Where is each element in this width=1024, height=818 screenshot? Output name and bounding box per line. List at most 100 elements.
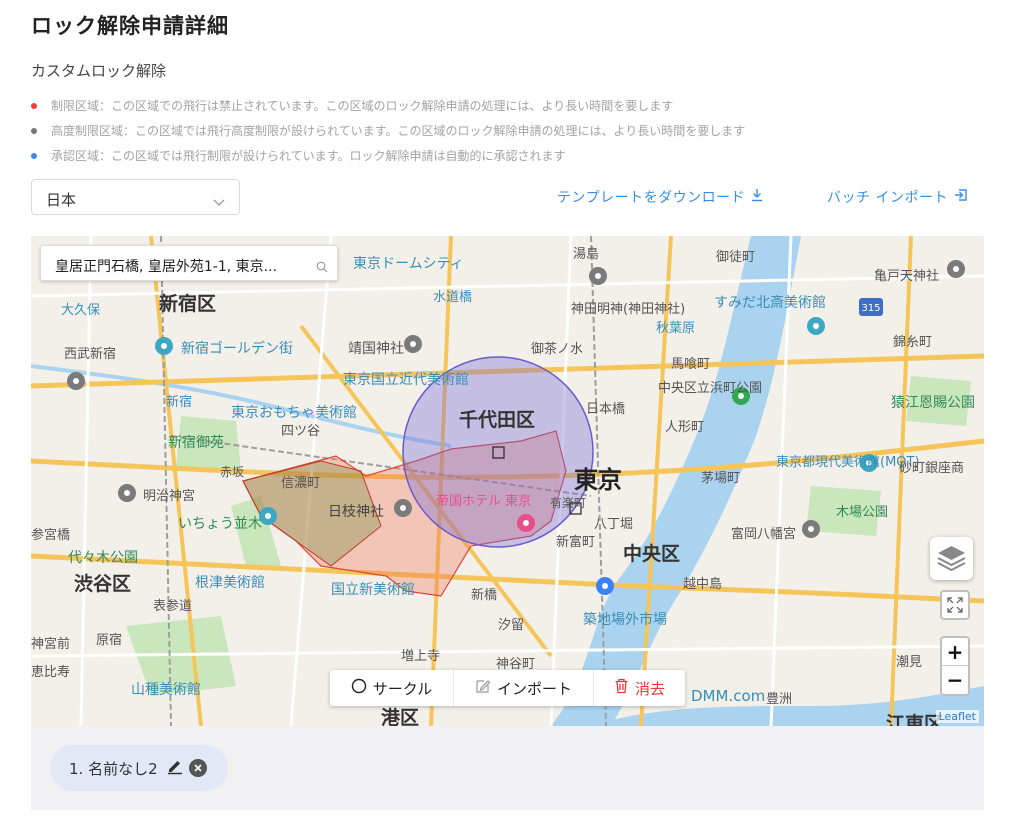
map-pin-icon [67,372,85,390]
label-nezu: 根津美術館 [195,574,265,591]
clear-button[interactable]: 消去 [594,670,685,706]
label-yurakucho: 有楽町 [550,496,586,510]
map-search-value: 皇居正門石橋, 皇居外苑1-1, 東京... [55,259,278,275]
label-etchujima: 越中島 [683,577,722,592]
legend-restricted: 制限区域：この区域での飛行は禁止されています。この区域のロック解除申請の処理には… [31,93,745,118]
import-button[interactable]: インポート [454,670,594,706]
route-shield: 315 [859,298,883,316]
label-kanda-myojin: 神田明神(神田神社) [571,301,685,317]
remove-area-icon[interactable] [188,759,207,777]
label-shinanomachi: 信濃町 [281,476,320,491]
legend-text-altitude: 高度制限区域：この区域では飛行高度制限が設けられています。この区域のロック解除申… [51,124,746,138]
label-harajuku: 原宿 [96,632,122,648]
label-hatchobori: 八丁堀 [594,517,633,532]
zoom-out-button[interactable]: − [942,666,968,694]
label-toyosu: 豊洲 [766,692,792,707]
label-yasukuni: 靖国神社 [348,341,404,357]
import-icon [948,188,968,206]
label-kayabacho: 茅場町 [701,471,740,486]
label-yoyogi-park: 代々木公園 [68,550,138,566]
label-mot: 東京都現代美術館(MOT) [776,454,920,470]
zoom-in-button[interactable]: + [942,638,968,666]
download-icon [745,188,763,206]
map-pin-icon [404,335,422,353]
map-canvas[interactable]: 新宿区 渋谷区 千代田区 中央区 港区 江東区 東京 東京ドームシティ 大久保 … [31,236,984,726]
label-kinshicho: 錦糸町 [893,334,932,350]
label-sarue-park: 猿江恩賜公園 [891,395,975,411]
label-nihonbashi: 日本橋 [586,402,625,417]
page-title: ロック解除申請詳細 [31,14,229,38]
label-suidobashi: 水道橋 [433,290,472,305]
area-chip[interactable]: 1. 名前なし2 [50,745,228,791]
map-pin-icon [802,520,820,538]
label-shinjuku-station: 新宿 [166,394,192,410]
legend-text-restricted: 制限区域：この区域での飛行は禁止されています。この区域のロック解除申請の処理には… [51,99,674,113]
label-ochanomizu: 御茶ノ水 [531,341,583,357]
label-okubo: 大久保 [61,303,100,318]
region-select-value: 日本 [46,191,77,209]
download-template-label: テンプレートをダウンロード [557,190,746,206]
label-zojoji: 増上寺 [401,649,440,664]
label-hamacho-park: 中央区立浜町公園 [658,381,762,396]
label-tokyo: 東京 [574,466,622,494]
label-ebisu: 恵比寿 [31,665,70,680]
label-kameido-tenjin: 亀戸天神社 [874,268,939,284]
layers-icon [930,546,973,584]
label-omocha-museum: 東京おもちゃ美術館 [231,404,357,421]
label-seibu-shinjuku: 西武新宿 [64,346,116,362]
batch-import-label: バッチ インポート [827,190,948,206]
label-momat: 東京国立近代美術館 [343,371,469,388]
download-template-link[interactable]: テンプレートをダウンロード [557,187,763,207]
region-select[interactable]: 日本 [31,179,240,215]
label-shinbashi: 新橋 [471,587,497,603]
label-tsukiji: 築地場外市場 [583,611,667,628]
draw-circle-label: サークル [372,679,433,698]
fullscreen-icon [942,597,968,622]
label-dmm: DMM.com [691,687,765,705]
map-pin-icon [394,499,412,517]
pencil-icon[interactable] [166,757,184,779]
label-yotsuya: 四ツ谷 [281,424,320,439]
drawn-areas-panel: 1. 名前なし2 [31,726,984,810]
label-akasaka: 赤坂 [220,465,244,479]
label-minato-ward: 港区 [381,707,419,726]
section-title: カスタムロック解除 [31,62,167,80]
label-tomioka: 富岡八幡宮 [731,526,796,542]
map-view[interactable]: 新宿区 渋谷区 千代田区 中央区 港区 江東区 東京 東京ドームシティ 大久保 … [31,236,984,726]
map-pin-icon [155,337,173,355]
label-shiodome: 汐留 [498,617,524,633]
label-sumida-hokusai: すみだ北斎美術館 [714,294,826,311]
map-pin-icon [118,484,136,502]
label-yamatane: 山種美術館 [131,681,201,698]
fullscreen-button[interactable] [940,590,970,620]
legend-text-approval: 承認区域：この区域では飛行制限が設けられています。ロック解除申請は自動的に承認さ… [51,149,566,163]
label-hie-jinja: 日枝神社 [328,504,384,520]
label-icho-namiki: いちょう並木 [178,516,262,532]
label-yushima: 湯島 [573,247,599,262]
label-shinjuku-ward: 新宿区 [159,292,216,315]
leaflet-attribution[interactable]: Leaflet [935,710,979,723]
label-shiome: 潮見 [896,655,922,670]
label-imperial-hotel: 帝国ホテル 東京 [436,493,531,509]
draw-circle-button[interactable]: サークル [330,670,454,706]
label-chuo-ward: 中央区 [623,542,680,565]
label-ningyocho: 人形町 [665,420,704,435]
trash-icon [614,678,635,698]
legend-altitude: 高度制限区域：この区域では飛行高度制限が設けられています。この区域のロック解除申… [31,118,745,143]
legend-dot-restricted [31,102,37,109]
label-nact: 国立新美術館 [331,581,415,598]
batch-import-link[interactable]: バッチ インポート [827,187,968,207]
label-akihabara: 秋葉原 [656,321,695,336]
label-tokyo-dome: 東京ドームシティ [353,256,464,272]
map-pin-icon [517,514,535,532]
area-chip-label: 1. 名前なし2 [69,759,158,778]
legend-dot-approval [31,152,37,159]
legend-approval: 承認区域：この区域では飛行制限が設けられています。ロック解除申請は自動的に承認さ… [31,143,745,168]
map-search-input[interactable]: 皇居正門石橋, 皇居外苑1-1, 東京... [40,245,338,281]
label-chiyoda-ward: 千代田区 [459,409,535,431]
label-kiba-park: 木場公園 [836,505,888,520]
legend-dot-altitude [31,127,37,134]
draw-toolbar: サークル インポート 消去 [330,670,685,706]
map-layers-button[interactable] [930,537,973,580]
label-sunamachi: 砂町銀座商 [899,461,964,476]
